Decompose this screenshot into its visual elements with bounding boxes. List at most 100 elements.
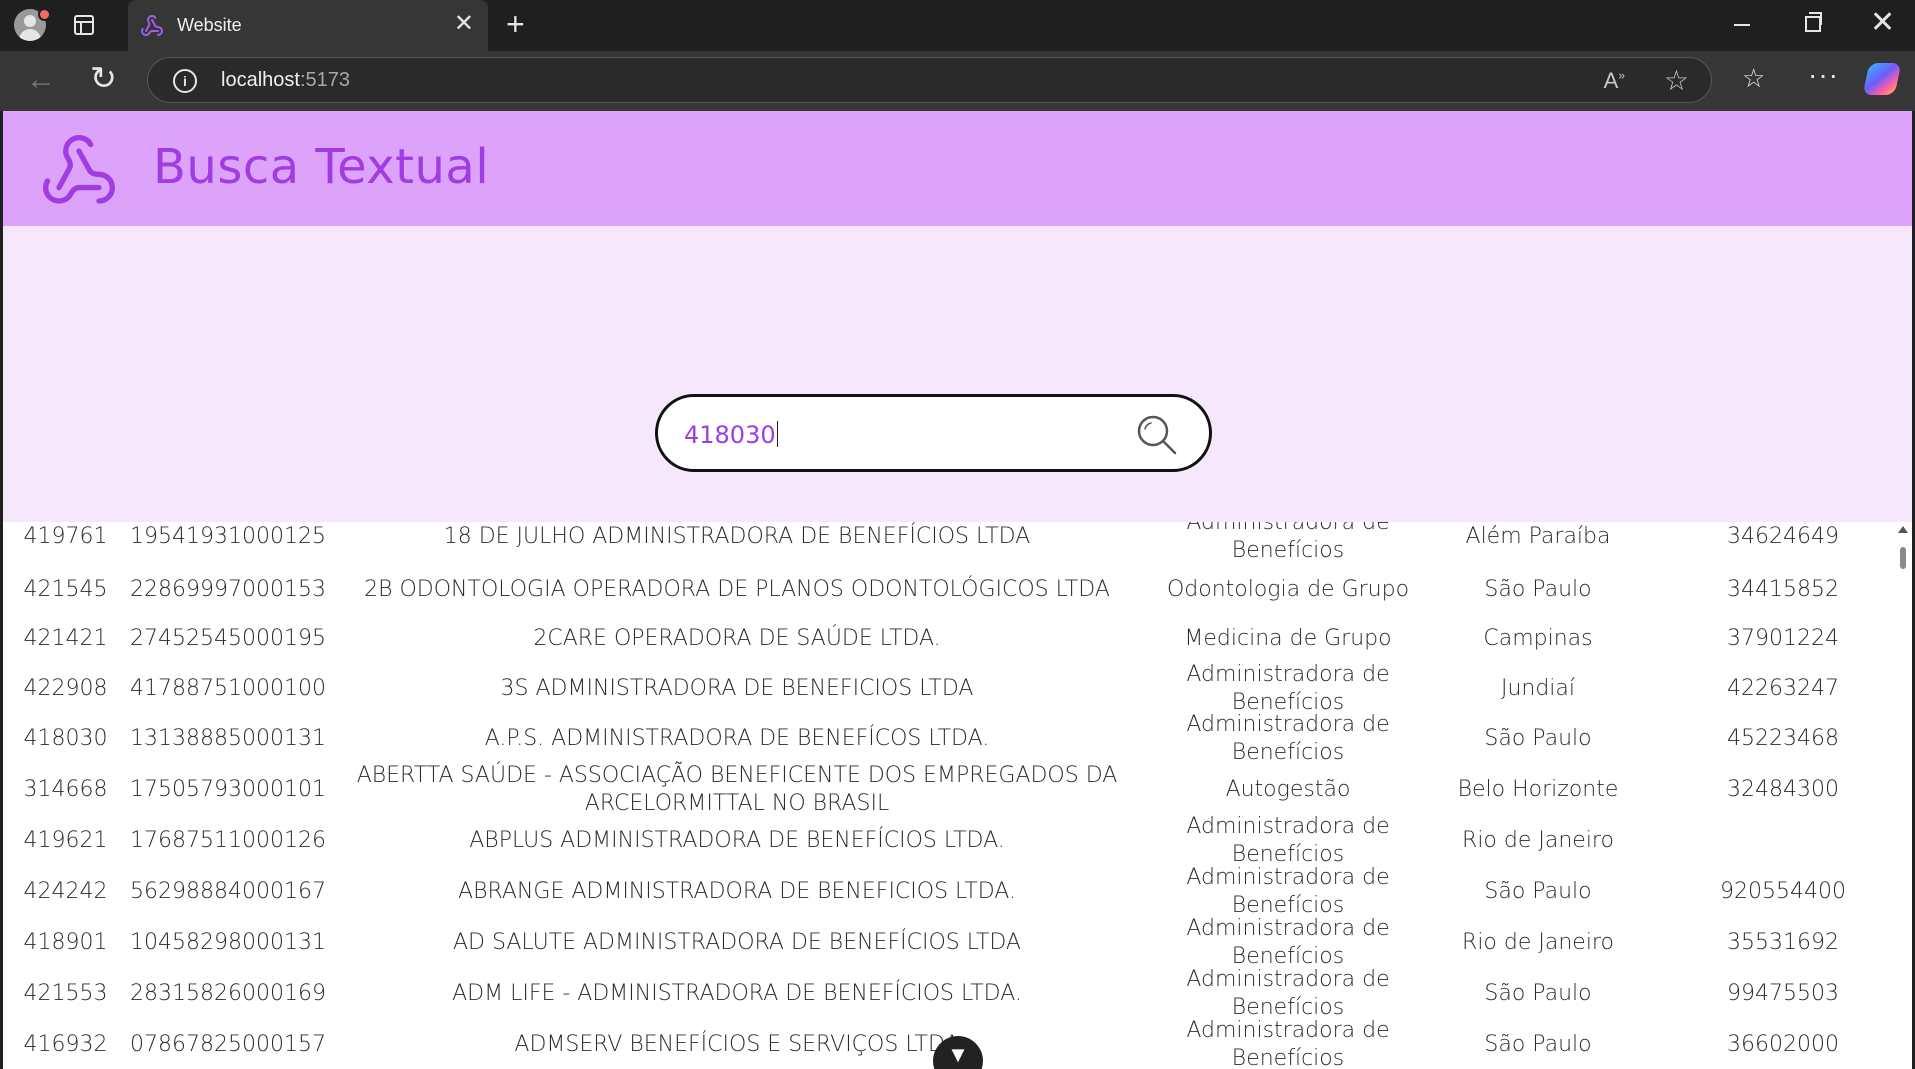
webhook-icon	[140, 15, 163, 36]
cell-telefone: 34415852	[1727, 577, 1839, 602]
cell-registro: 314668	[23, 777, 108, 802]
url-text[interactable]: localhost:5173	[221, 69, 350, 92]
cell-cnpj: 41788751000100	[130, 676, 326, 701]
favorites-list-icon[interactable]: ☆	[1742, 65, 1765, 91]
cell-registro: 419621	[23, 828, 108, 853]
cell-modalidade: Medicina de Grupo	[1184, 626, 1392, 651]
window-close-icon[interactable]: ✕	[1870, 8, 1895, 38]
cell-telefone	[1653, 816, 1912, 866]
cell-cnpj: 17687511000126	[130, 828, 326, 853]
web-page: Busca Textual 418030 419761 1954193100012…	[3, 111, 1912, 1069]
cell-cidade: São Paulo	[1484, 879, 1592, 904]
cell-telefone: 37901224	[1727, 626, 1839, 651]
browser-tab-bar: Website ✕ + ✕	[0, 0, 1915, 51]
cell-nome: ABPLUS ADMINISTRADORA DE BENEFÍCIOS LTDA…	[469, 828, 1005, 853]
search-input[interactable]: 418030	[655, 394, 1212, 472]
cell-modalidade: Administradora de Benefícios	[1186, 522, 1390, 563]
url-host: localhost	[221, 69, 300, 91]
cell-modalidade: Autogestão	[1225, 777, 1351, 802]
cell-nome: ADMSERV BENEFÍCIOS E SERVIÇOS LTDA	[514, 1032, 960, 1057]
table-row: 314668 17505793000101 ABERTTA SAÚDE - ASSO…	[3, 763, 1893, 816]
notification-dot	[38, 8, 51, 21]
cell-cidade: São Paulo	[1484, 577, 1592, 602]
cell-cnpj: 10458298000131	[130, 930, 326, 955]
search-icon[interactable]	[1133, 411, 1181, 459]
cell-registro: 418901	[23, 930, 108, 955]
cell-nome: ADM LIFE - ADMINISTRADORA DE BENEFÍCIOS …	[452, 981, 1022, 1006]
table-row: 424242 56298884000167 ABRANGE ADMINISTRADO…	[3, 865, 1893, 918]
table-row: 421553 28315826000169 ADM LIFE - ADMINISTR…	[3, 967, 1893, 1020]
table-row: 419621 17687511000126 ABPLUS ADMINISTRADOR…	[3, 814, 1893, 867]
cell-modalidade: Administradora de Benefícios	[1186, 967, 1390, 1020]
cell-nome: 18 DE JULHO ADMINISTRADORA DE BENEFÍCIOS…	[443, 524, 1031, 549]
browser-nav-bar: ← ↻ i localhost:5173 A» ☆ ☆ ···	[0, 51, 1915, 111]
cell-modalidade: Odontologia de Grupo	[1166, 577, 1410, 602]
scrollbar[interactable]	[1894, 522, 1912, 1069]
cell-cidade: Rio de Janeiro	[1462, 828, 1614, 853]
cell-cnpj: 13138885000131	[130, 726, 326, 751]
cell-telefone: 35531692	[1727, 930, 1839, 955]
site-info-icon[interactable]: i	[173, 69, 197, 93]
table-row: 422908 41788751000100 3S ADMINISTRADORA DE…	[3, 662, 1893, 715]
cell-cidade: São Paulo	[1484, 981, 1592, 1006]
cell-cidade: São Paulo	[1484, 726, 1592, 751]
table-row: 418901 10458298000131 AD SALUTE ADMINISTRA…	[3, 916, 1893, 969]
webhook-logo-icon	[43, 135, 115, 204]
cell-modalidade: Administradora de Benefícios	[1186, 916, 1390, 969]
more-options-icon[interactable]: ···	[1808, 61, 1839, 89]
reload-icon[interactable]: ↻	[90, 62, 117, 94]
cell-cidade: Rio de Janeiro	[1462, 930, 1614, 955]
app-title: Busca Textual	[153, 139, 490, 195]
restore-icon[interactable]	[1805, 12, 1822, 32]
cell-telefone: 45223468	[1727, 726, 1839, 751]
cell-telefone: 920554400	[1720, 879, 1846, 904]
tab-title: Website	[177, 15, 242, 35]
search-input-value[interactable]: 418030	[684, 421, 778, 449]
cell-cidade: São Paulo	[1484, 1032, 1592, 1057]
cell-registro: 422908	[23, 676, 108, 701]
app-header: Busca Textual	[3, 111, 1912, 226]
cell-registro: 421553	[23, 981, 108, 1006]
cell-cnpj: 27452545000195	[130, 626, 326, 651]
tab-close-icon[interactable]: ✕	[454, 12, 474, 36]
cell-nome: 2CARE OPERADORA DE SAÚDE LTDA.	[533, 626, 941, 651]
cell-modalidade: Administradora de Benefícios	[1186, 865, 1390, 918]
url-port: :5173	[299, 69, 350, 91]
cell-registro: 416932	[23, 1032, 108, 1057]
copilot-icon[interactable]	[1862, 63, 1902, 95]
back-arrow-icon[interactable]: ←	[26, 65, 56, 95]
cell-nome: ABRANGE ADMINISTRADORA DE BENEFICIOS LTD…	[458, 879, 1016, 904]
table-row: 418030 13138885000131 A.P.S. ADMINISTRADOR…	[3, 712, 1893, 765]
cell-modalidade: Administradora de Benefícios	[1186, 712, 1390, 765]
cell-cnpj: 17505793000101	[130, 777, 326, 802]
minimize-icon[interactable]	[1734, 24, 1750, 26]
tab-actions-icon[interactable]	[74, 15, 94, 35]
cell-telefone: 36602000	[1727, 1032, 1839, 1057]
cell-modalidade: Administradora de Benefícios	[1186, 814, 1390, 867]
new-tab-icon[interactable]: +	[506, 8, 525, 40]
table-row: 419761 19541931000125 18 DE JULHO ADMINIST…	[3, 522, 1893, 570]
read-aloud-icon[interactable]: A»	[1604, 68, 1625, 94]
cell-cnpj: 07867825000157	[130, 1032, 326, 1057]
cell-nome: 3S ADMINISTRADORA DE BENEFICIOS LTDA	[500, 676, 974, 701]
cell-nome: AD SALUTE ADMINISTRADORA DE BENEFÍCIOS L…	[453, 930, 1021, 955]
cell-cidade: Belo Horizonte	[1457, 777, 1619, 802]
table-row: 421421 27452545000195 2CARE OPERADORA DE S…	[3, 624, 1893, 654]
cell-nome: 2B ODONTOLOGIA OPERADORA DE PLANOS ODONT…	[364, 577, 1110, 602]
cell-cnpj: 28315826000169	[130, 981, 326, 1006]
address-bar[interactable]: i localhost:5173 A» ☆	[147, 57, 1712, 103]
results-table: 419761 19541931000125 18 DE JULHO ADMINIST…	[3, 522, 1912, 1069]
browser-tab[interactable]: Website ✕	[128, 0, 488, 51]
scrollbar-thumb[interactable]	[1900, 547, 1906, 569]
cell-registro: 424242	[23, 879, 108, 904]
cell-cnpj: 19541931000125	[130, 524, 326, 549]
cell-telefone: 32484300	[1727, 777, 1839, 802]
cell-registro: 421545	[23, 577, 108, 602]
cell-telefone: 42263247	[1727, 676, 1839, 701]
vue-logo-icon: ▼	[947, 1042, 969, 1067]
scroll-up-arrow-icon[interactable]	[1898, 526, 1908, 533]
table-row: 421545 22869997000153 2B ODONTOLOGIA OPERA…	[3, 566, 1893, 614]
favorite-star-icon[interactable]: ☆	[1664, 64, 1689, 97]
cell-registro: 421421	[23, 626, 108, 651]
cell-nome: A.P.S. ADMINISTRADORA DE BENEFÍCOS LTDA.	[484, 726, 990, 751]
